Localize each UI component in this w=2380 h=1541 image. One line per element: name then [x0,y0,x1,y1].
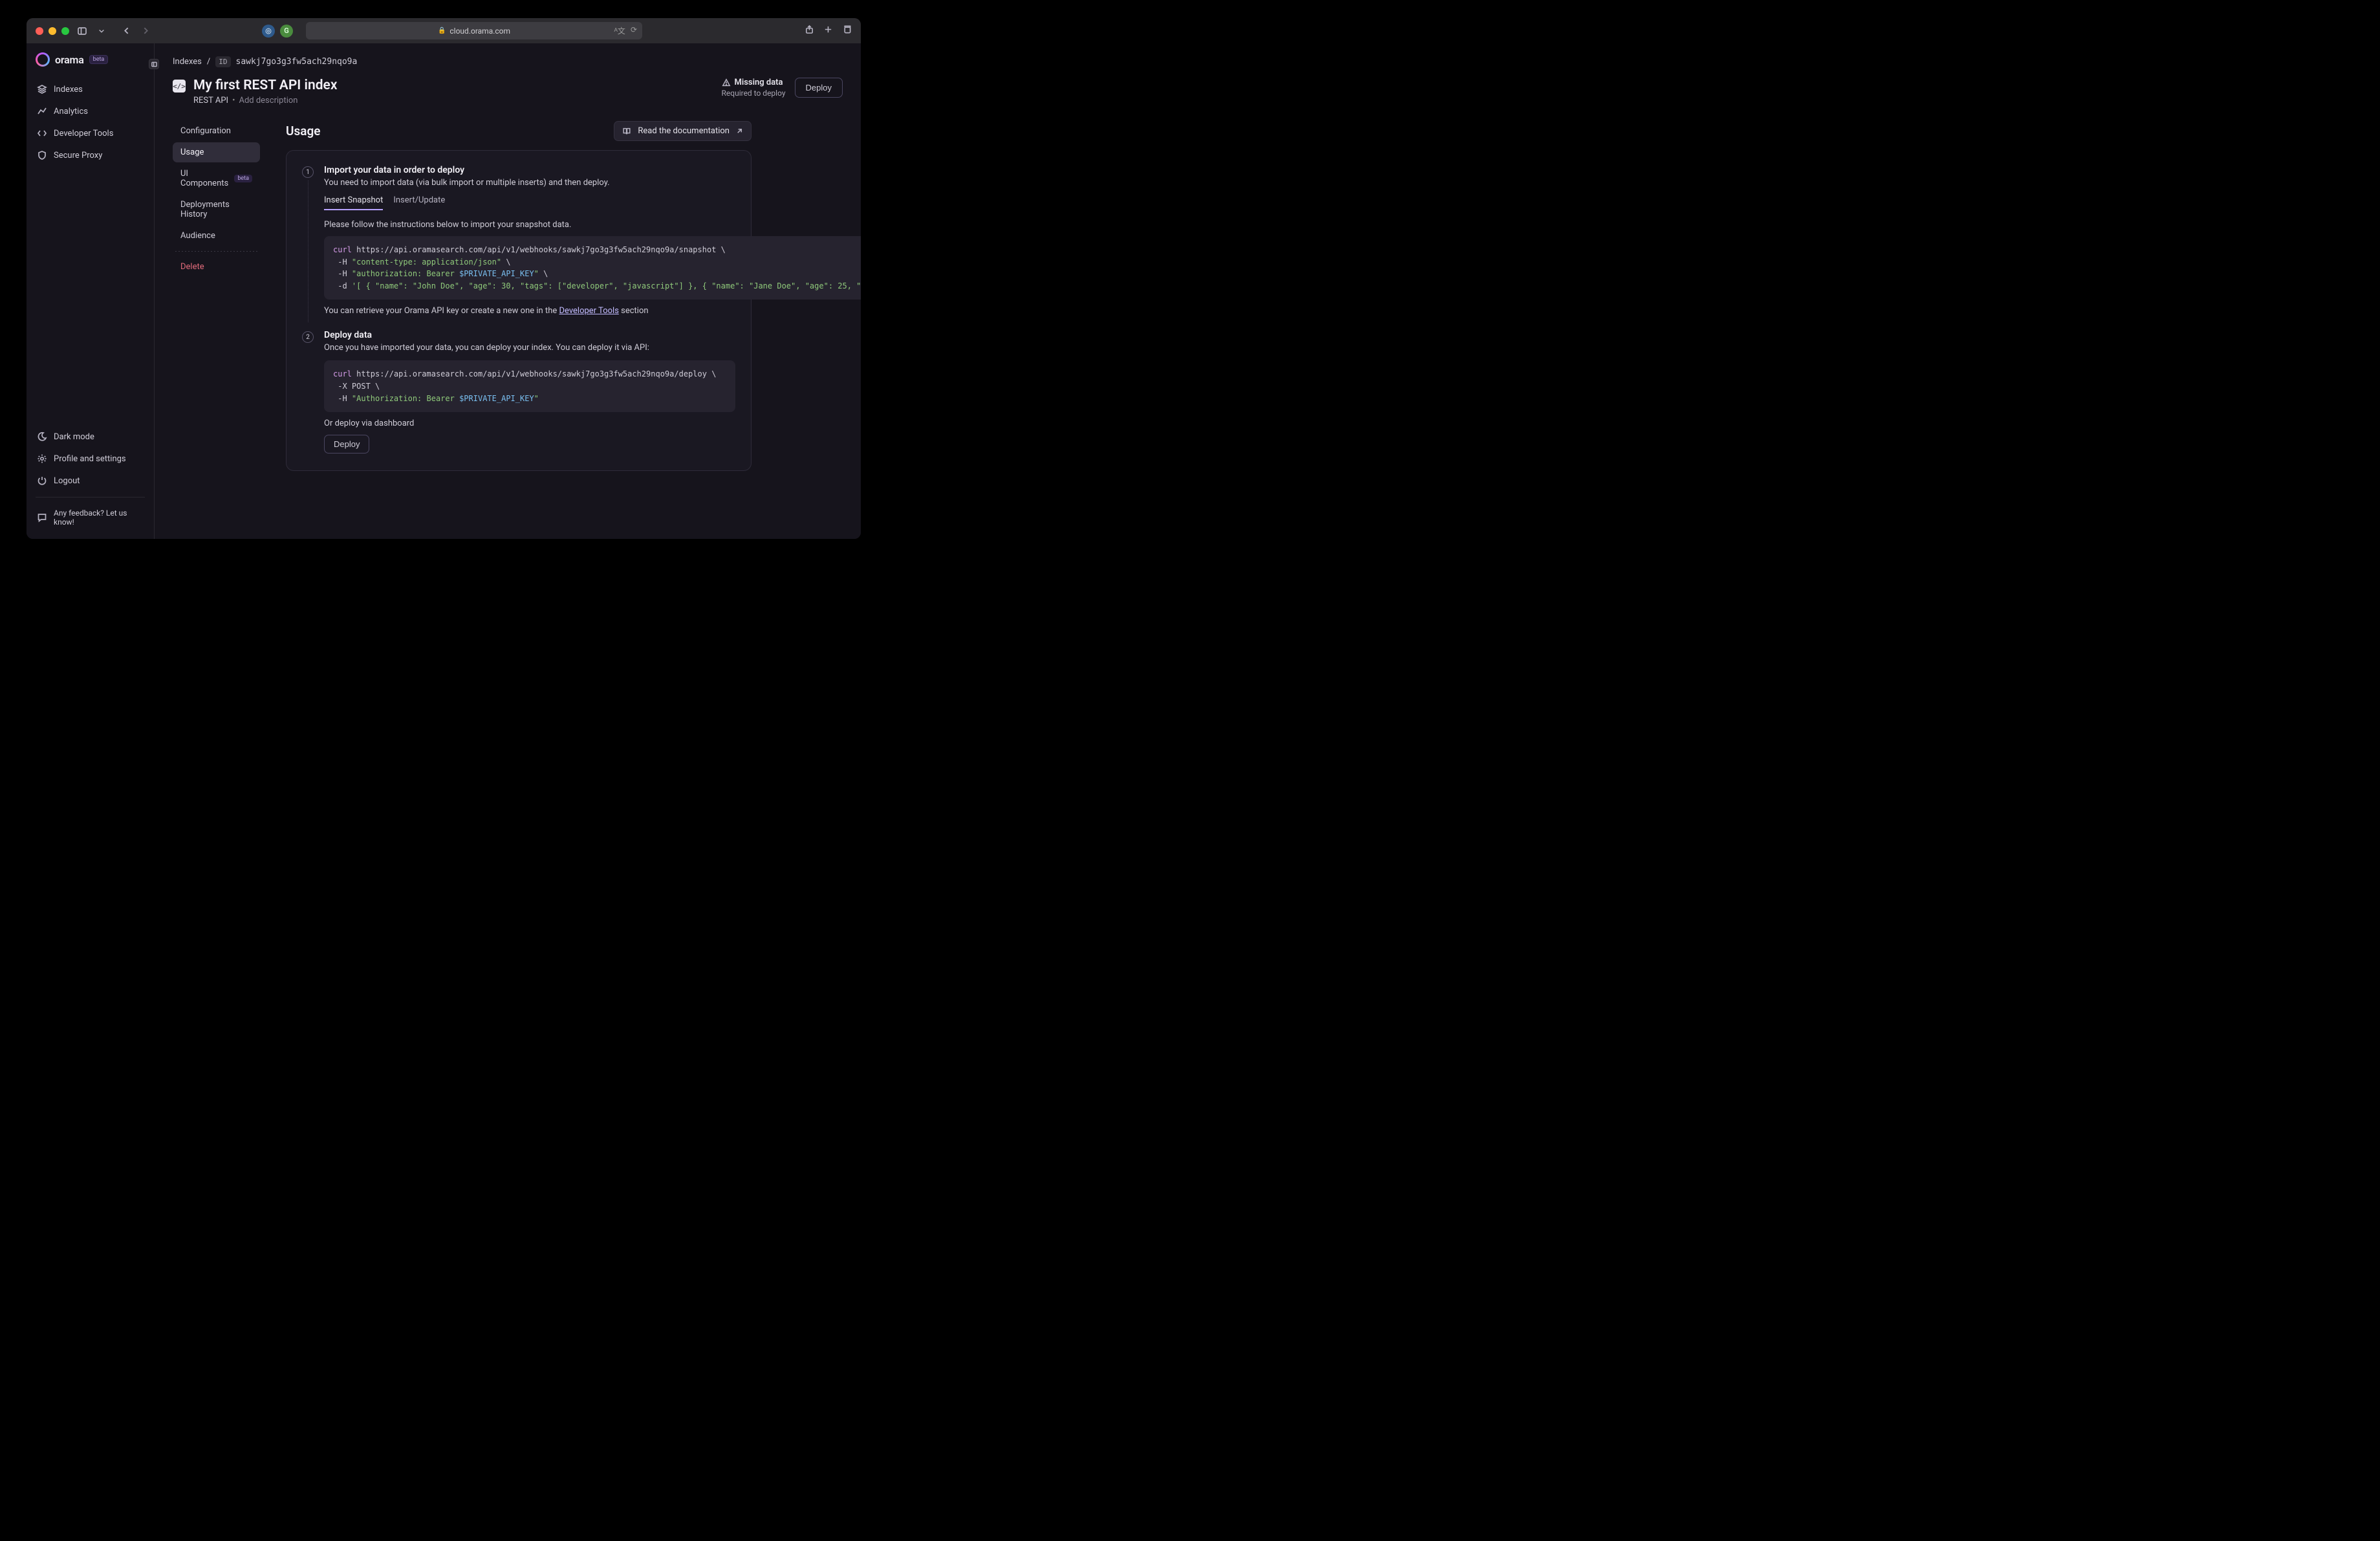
main-content: Indexes / ID sawkj7go3g3fw5ach29nqo9a </… [155,43,861,539]
brand[interactable]: orama beta [27,43,154,73]
extension-icon[interactable]: G [280,25,293,38]
index-type-icon: </> [173,80,186,93]
close-window[interactable] [36,27,43,35]
sidebar-toggle-icon[interactable] [76,25,89,38]
sidebar-item-label: Any feedback? Let us know! [54,508,144,527]
reload-icon[interactable]: ⟳ [631,25,637,36]
sidebar-item-secure-proxy[interactable]: Secure Proxy [27,144,154,166]
read-docs-button[interactable]: Read the documentation [614,121,752,141]
tab-insert-update[interactable]: Insert/Update [393,195,445,210]
beta-badge: beta [234,175,252,182]
lock-icon: 🔒 [438,27,446,34]
browser-chrome: ◎ G 🔒 cloud.orama.com ᴬ文 ⟳ [27,18,861,43]
window-controls [36,27,69,35]
step-title: Deploy data [324,330,735,340]
section-heading: Usage [286,124,320,138]
nav-forward-icon[interactable] [139,25,152,38]
subnav-item-configuration[interactable]: Configuration [173,121,260,141]
subnav-item-audience[interactable]: Audience [173,226,260,246]
add-description-link[interactable]: Add description [239,96,298,105]
step-note: You can retrieve your Orama API key or c… [324,306,861,316]
sidebar-item-label: Analytics [54,107,88,116]
missing-data-subtitle: Required to deploy [722,89,786,98]
beta-badge: beta [89,55,109,64]
subnav: Configuration Usage UI Components beta D… [173,121,260,471]
translate-icon[interactable]: ᴬ文 [614,25,625,36]
tab-insert-snapshot[interactable]: Insert Snapshot [324,195,383,210]
sidebar-item-feedback[interactable]: Any feedback? Let us know! [27,503,154,532]
code-icon [37,128,47,138]
brand-name: orama [55,54,84,66]
step-subtitle: You need to import data (via bulk import… [324,178,861,188]
step-hint: Please follow the instructions below to … [324,220,861,230]
warning-icon [722,78,731,87]
read-docs-label: Read the documentation [638,126,730,136]
subnav-item-deployments[interactable]: Deployments History [173,195,260,224]
breadcrumb-separator: / [207,57,210,67]
shield-icon [37,150,47,160]
sidebar-item-label: Profile and settings [54,454,126,464]
sidebar-item-settings[interactable]: Profile and settings [27,448,154,470]
breadcrumb-root[interactable]: Indexes [173,57,202,67]
subnav-item-ui-components[interactable]: UI Components beta [173,164,260,193]
power-icon [37,475,47,486]
index-type-label: REST API [193,96,228,105]
code-snippet[interactable]: curl https://api.oramasearch.com/api/v1/… [324,360,735,412]
url-text: cloud.orama.com [449,27,510,36]
step-number: 1 [302,166,314,178]
id-chip: ID [215,56,230,67]
sidebar-item-darkmode[interactable]: Dark mode [27,426,154,448]
sidebar-item-label: Logout [54,476,80,486]
missing-data-title: Missing data [735,78,783,87]
chevron-down-icon[interactable] [95,25,108,38]
sidebar-item-analytics[interactable]: Analytics [27,100,154,122]
extension-icon[interactable]: ◎ [262,25,275,38]
sidebar-item-label: Secure Proxy [54,151,102,160]
or-text: Or deploy via dashboard [324,419,735,428]
sidebar-item-developer-tools[interactable]: Developer Tools [27,122,154,144]
brand-logo-icon [36,52,50,67]
layers-icon [37,84,47,94]
step-number: 2 [302,331,314,343]
nav-back-icon[interactable] [120,25,133,38]
dot-separator: • [232,96,235,105]
step-title: Import your data in order to deploy [324,165,861,175]
subnav-item-usage[interactable]: Usage [173,142,260,162]
step-subtitle: Once you have imported your data, you ca… [324,343,735,353]
sidebar-item-logout[interactable]: Logout [27,470,154,492]
minimize-window[interactable] [49,27,56,35]
page-title: My first REST API index [193,78,338,93]
gear-icon [37,454,47,464]
subnav-item-delete[interactable]: Delete [173,257,260,277]
moon-icon [37,432,47,442]
sidebar: orama beta Indexes Analytics Developer T… [27,43,155,539]
sidebar-item-indexes[interactable]: Indexes [27,78,154,100]
collapse-sidebar-icon[interactable] [149,59,159,69]
sidebar-item-label: Developer Tools [54,129,113,138]
deploy-button[interactable]: Deploy [795,78,843,98]
sidebar-item-label: Indexes [54,85,83,94]
tabs-icon[interactable] [842,25,852,37]
breadcrumb: Indexes / ID sawkj7go3g3fw5ach29nqo9a [173,56,843,67]
maximize-window[interactable] [61,27,69,35]
arrow-external-icon [736,127,743,135]
breadcrumb-id: sawkj7go3g3fw5ach29nqo9a [236,57,358,67]
developer-tools-link[interactable]: Developer Tools [559,306,618,316]
url-bar[interactable]: 🔒 cloud.orama.com ᴬ文 ⟳ [306,22,642,39]
chat-icon [37,512,47,523]
new-tab-icon[interactable] [823,25,833,37]
code-snippet[interactable]: curl https://api.oramasearch.com/api/v1/… [324,236,861,300]
share-icon[interactable] [805,25,814,37]
book-icon [622,127,631,136]
deploy-button[interactable]: Deploy [324,435,369,454]
analytics-icon [37,106,47,116]
sidebar-item-label: Dark mode [54,432,94,442]
